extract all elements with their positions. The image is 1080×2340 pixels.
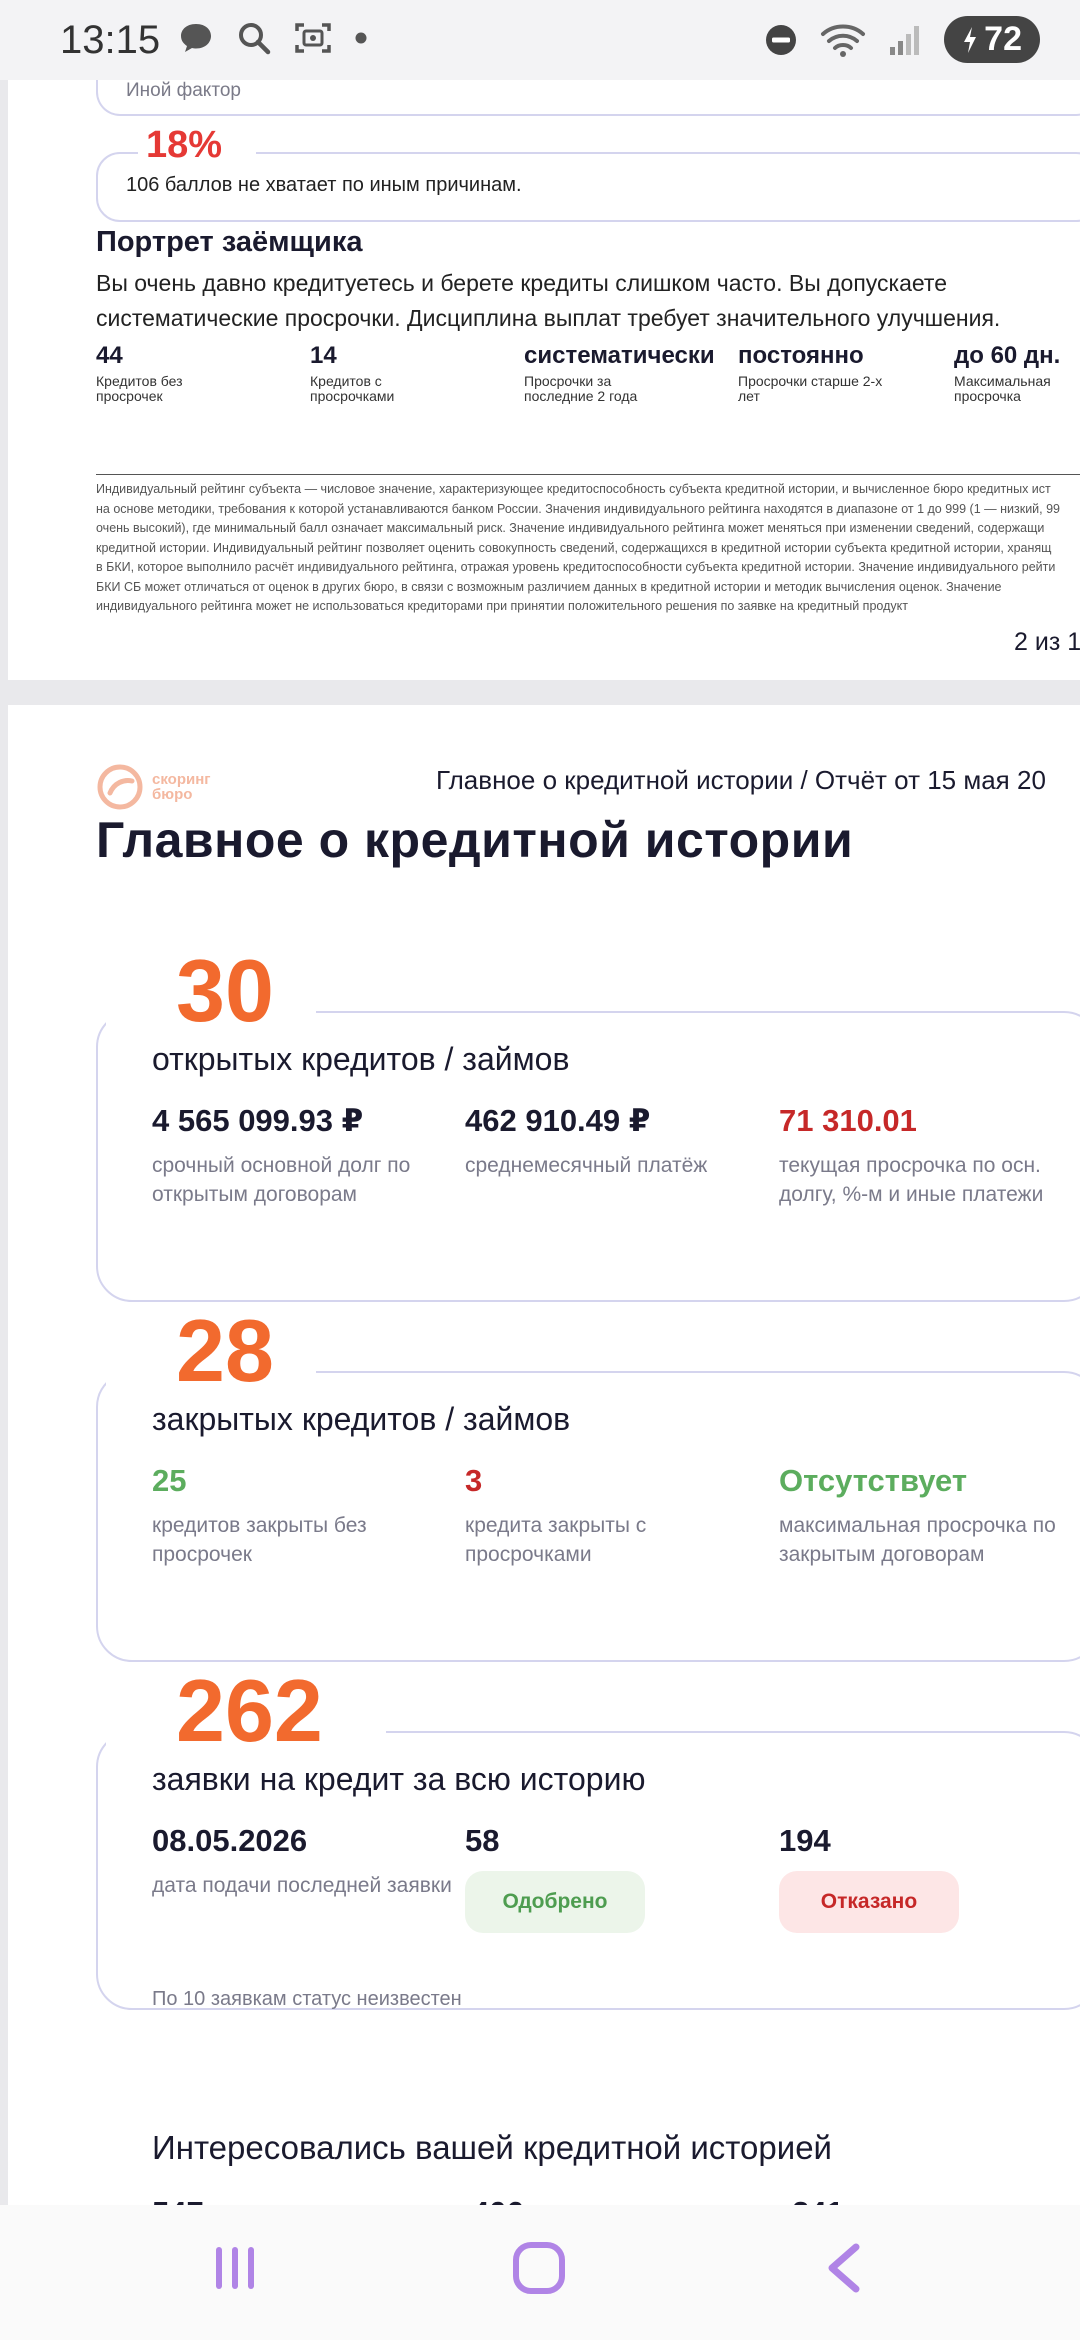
closed-credits-title: закрытых кредитов / займов (152, 1401, 571, 1437)
stat-value: 14 (310, 342, 337, 369)
factor-percent: 18% (146, 124, 223, 166)
closed-no-overdue: 25 кредитов закрыты без просрочек (152, 1463, 452, 1569)
overdue-value: 71 310.01 (779, 1103, 917, 1138)
status-icons-right: 72 (764, 16, 1040, 63)
max-overdue-value: Отсутствует (779, 1463, 968, 1498)
search-icon (239, 23, 271, 55)
portrait-text: Вы очень давно кредитуетесь и берете кре… (96, 270, 1001, 331)
closed-clean-value: 25 (152, 1463, 187, 1498)
recent-apps-icon[interactable] (210, 2243, 260, 2293)
status-icons-left (178, 20, 368, 56)
portrait-stat: систематически Просрочки за последние 2 … (524, 342, 715, 404)
approved-badge: Одобрено (465, 1871, 645, 1933)
open-credit-debt: 4 565 099.93 ₽ срочный основной долг по … (152, 1103, 452, 1209)
stat-value: постоянно (738, 342, 864, 369)
home-icon[interactable] (512, 2241, 566, 2295)
debt-value: 4 565 099.93 ₽ (152, 1103, 364, 1138)
closed-max-overdue: Отсутствует максимальная просрочка по за… (779, 1463, 1069, 1569)
section-title: Главное о кредитной истории (96, 812, 854, 868)
report-page-2: Иной фактор 18% 106 баллов не хватает по… (8, 80, 1080, 680)
stat-value: до 60 дн. (954, 342, 1061, 369)
status-time: 13:15 (60, 18, 161, 62)
factor-box-fragment (96, 80, 1080, 116)
applications-title: заявки на кредит за всю историю (152, 1761, 646, 1797)
rejected-count: 194 (779, 1823, 831, 1858)
closed-credits-count: 28 (176, 1301, 274, 1400)
inquiries-title: Интересовались вашей кредитной историей (152, 2129, 832, 2166)
stat-value: систематически (524, 342, 715, 369)
portrait-stat: постоянно Просрочки старше 2-х лет (738, 342, 888, 404)
disclaimer-divider (96, 474, 1080, 475)
payment-label: среднемесячный платёж (465, 1154, 708, 1177)
back-icon[interactable] (822, 2241, 866, 2295)
inquiries-value: 241 раз (792, 2195, 904, 2205)
debt-label: срочный основной долг по открытым догово… (152, 1154, 411, 1206)
portrait-stat: 44 Кредитов без просрочек (96, 342, 246, 404)
stat-value: 44 (96, 342, 123, 369)
open-credits-title: открытых кредитов / займов (152, 1041, 570, 1077)
factor-label: Иной фактор (126, 80, 241, 101)
screenshot-icon (295, 23, 331, 53)
open-credit-overdue: 71 310.01 текущая просрочка по осн. долг… (779, 1103, 1069, 1209)
closed-overdue-label: кредита закрыты с просрочками (465, 1514, 647, 1566)
rating-disclaimer: Индивидуальный рейтинг субъекта — числов… (96, 482, 1061, 613)
stat-label: Максимальная просрочка (954, 373, 1051, 404)
last-application-date: 08.05.2026 (152, 1823, 308, 1858)
portrait-stat: до 60 дн. Максимальная просрочка (954, 342, 1080, 404)
wifi-icon (821, 24, 866, 57)
unknown-status-note: По 10 заявкам статус неизвестен (152, 1988, 462, 2010)
portrait-stat: 14 Кредитов с просрочками (310, 342, 460, 404)
inquiries-value: 406 раз (472, 2195, 584, 2205)
overdue-label: текущая просрочка по осн. долгу, %-м и и… (779, 1154, 1044, 1206)
portrait-title: Портрет заёмщика (96, 226, 363, 258)
signal-icon (890, 25, 920, 55)
open-credit-payment: 462 910.49 ₽ среднемесячный платёж (465, 1103, 765, 1180)
inquiries-value: 547 раз (152, 2195, 264, 2205)
navigation-bar (0, 2205, 1080, 2340)
payment-value: 462 910.49 ₽ (465, 1103, 651, 1138)
approved-applications: 58 Одобрено (465, 1823, 765, 1933)
closed-overdue-value: 3 (465, 1463, 483, 1498)
battery-indicator: 72 (944, 16, 1040, 63)
bureau-logo-icon (97, 764, 143, 810)
factor-text: 106 баллов не хватает по иным причинам. (126, 174, 522, 196)
status-bar: 13:15 72 (0, 0, 1080, 80)
bureau-logo: скоринг бюро (96, 763, 211, 811)
battery-level: 72 (984, 20, 1022, 58)
chat-icon (181, 24, 211, 52)
open-credits-count: 30 (176, 941, 274, 1040)
charging-bolt-icon (964, 26, 977, 53)
rejected-applications: 194 Отказано (779, 1823, 1069, 1933)
page-header: Главное о кредитной истории / Отчёт от 1… (436, 765, 1046, 795)
closed-with-overdue: 3 кредита закрыты с просрочками (465, 1463, 765, 1569)
do-not-disturb-icon (766, 24, 797, 55)
report-page-3: скоринг бюро Главное о кредитной истории… (8, 705, 1080, 2205)
stat-label: Просрочки за последние 2 года (524, 373, 638, 404)
bureau-logo-text: скоринг бюро (152, 771, 211, 803)
stat-label: Просрочки старше 2-х лет (738, 373, 883, 404)
dot-icon (355, 32, 367, 44)
last-application-label: дата подачи последней заявки (152, 1874, 452, 1897)
stat-label: Кредитов с просрочками (310, 373, 395, 404)
applications-count: 262 (176, 1661, 323, 1760)
last-application: 08.05.2026 дата подачи последней заявки (152, 1823, 452, 1900)
page-number: 2 из 1 (1014, 628, 1080, 656)
approved-count: 58 (465, 1823, 500, 1858)
max-overdue-label: максимальная просрочка по закрытым догов… (779, 1514, 1056, 1566)
stat-label: Кредитов без просрочек (96, 373, 183, 404)
closed-clean-label: кредитов закрыты без просрочек (152, 1514, 367, 1566)
rejected-badge: Отказано (779, 1871, 959, 1933)
